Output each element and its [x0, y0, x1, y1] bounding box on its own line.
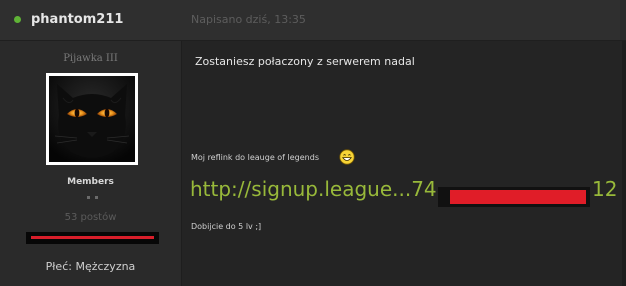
- reputation-bar: [26, 232, 159, 244]
- referral-link-prefix[interactable]: http://signup.league...74: [190, 177, 437, 201]
- referral-link-suffix[interactable]: 12: [592, 177, 617, 201]
- grin-icon: [339, 149, 355, 165]
- reputation-pips: [87, 196, 99, 200]
- signature-line: Dobijcie do 5 lv ;]: [191, 222, 262, 231]
- black-cat-avatar-icon: [49, 76, 135, 162]
- gender-field: Płeć: Mężczyzna: [45, 260, 136, 273]
- post-count: 53 postów: [64, 212, 117, 223]
- reputation-bar-fill: [31, 236, 154, 239]
- post-date: Napisano dziś, 13:35: [191, 13, 306, 26]
- author-name-link[interactable]: phantom211: [31, 12, 123, 27]
- signature: Moj reflink do leauge of legends http://…: [190, 145, 626, 286]
- redaction-mark: [438, 187, 590, 207]
- avatar[interactable]: [46, 73, 138, 165]
- post-header: phantom211 Napisano dziś, 13:35: [0, 0, 626, 41]
- header-edge: [620, 0, 626, 40]
- online-status-indicator: [14, 16, 21, 23]
- member-rank-title: Pijawka III: [63, 53, 118, 64]
- redaction-mark-fill: [450, 190, 586, 204]
- post-content: Zostaniesz połaczony z serwerem nadal Mo…: [182, 41, 626, 286]
- signature-line: Moj reflink do leauge of legends: [191, 153, 319, 162]
- post-body-text: Zostaniesz połaczony z serwerem nadal: [195, 55, 415, 68]
- author-sidebar: Pijawka III Members 53 postów Płeć: Mężc…: [0, 41, 182, 286]
- content-edge: [622, 41, 626, 286]
- forum-post: phantom211 Napisano dziś, 13:35 Pijawka …: [0, 0, 626, 286]
- member-group: Members: [67, 177, 114, 187]
